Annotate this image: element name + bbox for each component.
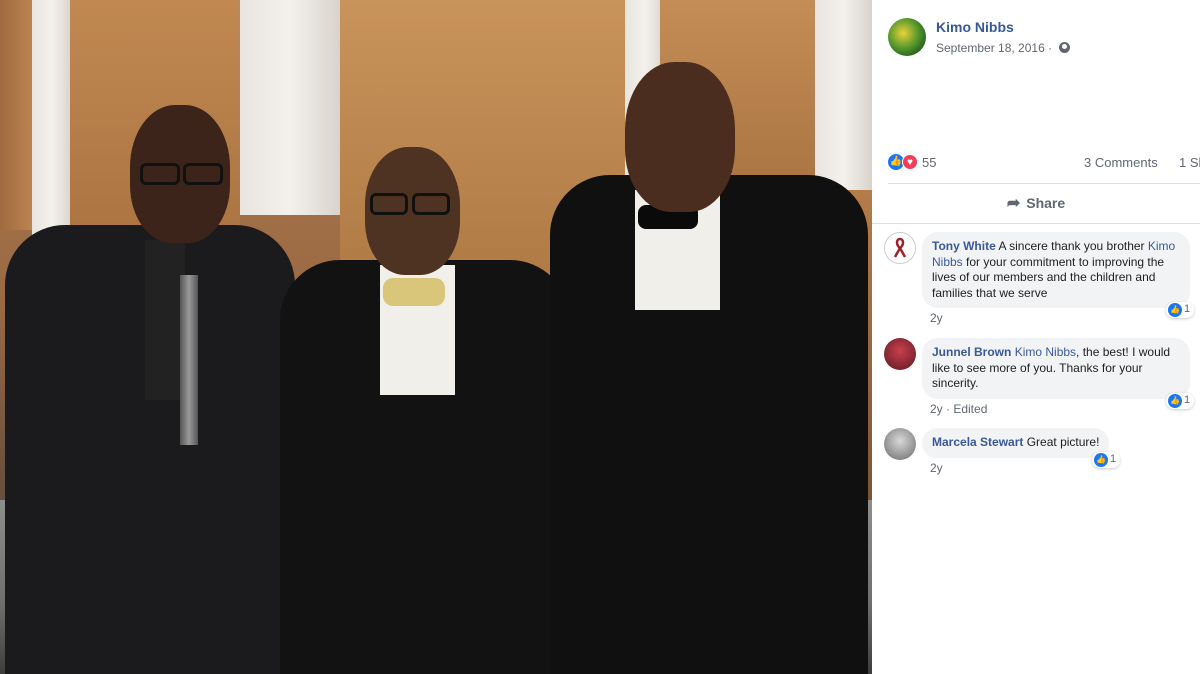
post-date[interactable]: September 18, 2016 · xyxy=(936,41,1052,55)
comment-meta[interactable]: 2y xyxy=(930,461,943,475)
comment-item: Junnel Brown Kimo Nibbs, the best! I wou… xyxy=(884,338,1200,423)
post-author[interactable]: Kimo Nibbs xyxy=(936,19,1014,35)
comment-meta[interactable]: 2y · Edited xyxy=(930,402,987,416)
comment-bubble: Marcela Stewart Great picture! xyxy=(922,428,1110,458)
commenter-name[interactable]: Marcela Stewart xyxy=(932,435,1023,449)
like-icon: 👍 xyxy=(1168,394,1182,408)
commenter-avatar[interactable] xyxy=(884,232,916,264)
shares-count-link[interactable]: 1 Share xyxy=(1179,155,1200,170)
post-photo[interactable] xyxy=(0,0,872,674)
globe-icon xyxy=(1059,42,1071,53)
commenter-avatar[interactable] xyxy=(884,338,916,370)
comments-count-link[interactable]: 3 Comments xyxy=(1084,155,1158,170)
comment-item: Tony White A sincere thank you brother K… xyxy=(884,232,1200,332)
love-reaction-icon[interactable]: ♥ xyxy=(902,154,918,170)
post-date-row: September 18, 2016 · xyxy=(936,41,1071,55)
like-icon: 👍 xyxy=(1168,303,1182,317)
comment-text: for your commitment to improving the liv… xyxy=(932,254,1165,300)
commenter-avatar[interactable] xyxy=(884,428,916,460)
comment-mention[interactable]: Kimo Nibbs xyxy=(1015,345,1076,359)
comment-text: Great picture! xyxy=(1023,435,1100,449)
divider xyxy=(872,223,1200,224)
commenter-name[interactable]: Tony White xyxy=(932,239,996,253)
share-button[interactable]: ➦ Share xyxy=(872,188,1200,218)
comment-meta[interactable]: 2y xyxy=(930,311,943,325)
like-icon: 👍 xyxy=(1094,453,1108,467)
comment-likes[interactable]: 👍 1 xyxy=(1092,452,1121,468)
author-avatar[interactable] xyxy=(888,18,926,56)
reaction-count[interactable]: 55 xyxy=(922,155,936,170)
comment-likes[interactable]: 👍 1 xyxy=(1166,393,1195,409)
divider xyxy=(888,183,1200,184)
comment-likes[interactable]: 👍 1 xyxy=(1166,302,1195,318)
person-middle xyxy=(280,145,570,674)
commenter-name[interactable]: Junnel Brown xyxy=(932,345,1011,359)
post-side-panel: Kimo Nibbs September 18, 2016 · 👍 ♥ 55 3… xyxy=(872,0,1200,674)
comment-bubble: Tony White A sincere thank you brother K… xyxy=(922,232,1190,308)
share-arrow-icon: ➦ xyxy=(1006,195,1021,212)
comment-item: Marcela Stewart Great picture! 👍 1 2y xyxy=(884,428,1200,483)
person-right xyxy=(550,60,870,674)
ribbon-icon xyxy=(893,237,907,258)
comment-text: A sincere thank you brother xyxy=(995,239,1148,253)
comment-bubble: Junnel Brown Kimo Nibbs, the best! I wou… xyxy=(922,338,1190,399)
reactions-bar: 👍 ♥ 55 3 Comments 1 Share xyxy=(888,152,1200,174)
share-label: Share xyxy=(1026,195,1066,211)
person-left xyxy=(0,100,300,674)
